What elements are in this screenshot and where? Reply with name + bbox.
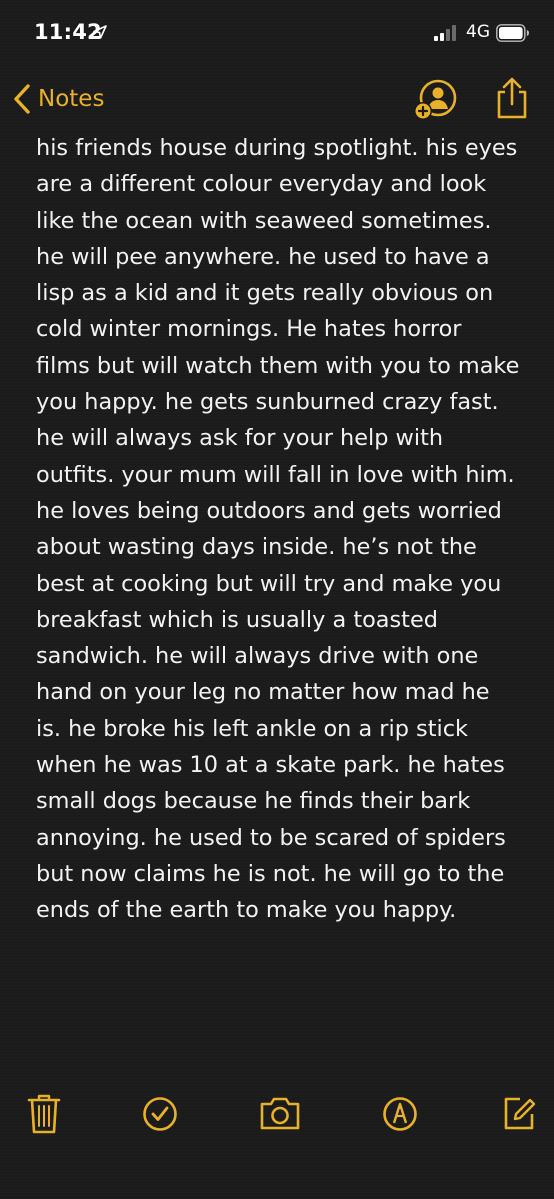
note-line: cold winter mornings. He hates horror [36, 316, 462, 343]
compose-button[interactable] [498, 1090, 538, 1136]
note-line: about wasting days inside. he’s not the [36, 534, 477, 561]
compose-icon [504, 1097, 536, 1130]
note-line: films but will watch them with you to ma… [36, 352, 520, 379]
checklist-button[interactable] [140, 1090, 180, 1136]
note-line: lisp as a kid and it gets really obvious… [36, 280, 494, 307]
back-button-label: Notes [38, 86, 105, 112]
note-line: is. he broke his left ankle on a rip sti… [36, 715, 469, 742]
add-people-icon[interactable] [412, 78, 458, 122]
note-body[interactable]: his friends house during spotlight. his … [36, 130, 536, 929]
back-button[interactable]: Notes [12, 82, 104, 116]
signal-strength-icon [434, 25, 456, 41]
note-line: hand on your leg no matter how mad he [36, 679, 490, 706]
trash-icon [27, 1094, 61, 1134]
note-line: when he was 10 at a skate park. he hates [36, 752, 505, 779]
network-type: 4G [466, 22, 490, 42]
note-line: his friends house during spotlight. his … [36, 135, 518, 161]
note-line: he will pee anywhere. he used to have a [36, 243, 490, 270]
camera-icon [260, 1097, 300, 1130]
note-line: you happy. he gets sunburned crazy fast. [36, 389, 499, 416]
note-line: he loves being outdoors and gets worried [36, 497, 502, 524]
markup-icon [383, 1097, 417, 1131]
note-line: annoying. he used to be scared of spider… [36, 824, 506, 851]
note-line: breakfast which is usually a toasted [36, 606, 438, 633]
delete-button[interactable] [24, 1090, 64, 1136]
note-line: small dogs because he finds their bark [36, 788, 471, 815]
note-line: ends of the earth to make you happy. [36, 897, 457, 924]
note-line: are a different colour everyday and look [36, 171, 487, 198]
note-line: he will always ask for your help with [36, 425, 444, 452]
note-line: but now claims he is not. he will go to … [36, 860, 505, 887]
note-line: best at cooking but will try and make yo… [36, 570, 502, 597]
checklist-icon [143, 1097, 177, 1131]
status-bar: 11:42 4G [0, 0, 554, 70]
note-line: sandwich. he will always drive with one [36, 643, 479, 670]
chevron-left-icon [14, 84, 30, 114]
notes-screen: 11:42 4G Notes his friends house during … [0, 0, 554, 1199]
location-arrow-icon [93, 25, 107, 39]
note-line: outfits. your mum will fall in love with… [36, 461, 515, 488]
battery-icon [496, 24, 529, 42]
share-icon[interactable] [494, 76, 530, 120]
navigation-bar: Notes [0, 70, 554, 130]
camera-button[interactable] [258, 1090, 302, 1136]
markup-button[interactable] [380, 1090, 420, 1136]
note-line: like the ocean with seaweed sometimes. [36, 207, 492, 234]
bottom-toolbar [0, 1090, 554, 1150]
